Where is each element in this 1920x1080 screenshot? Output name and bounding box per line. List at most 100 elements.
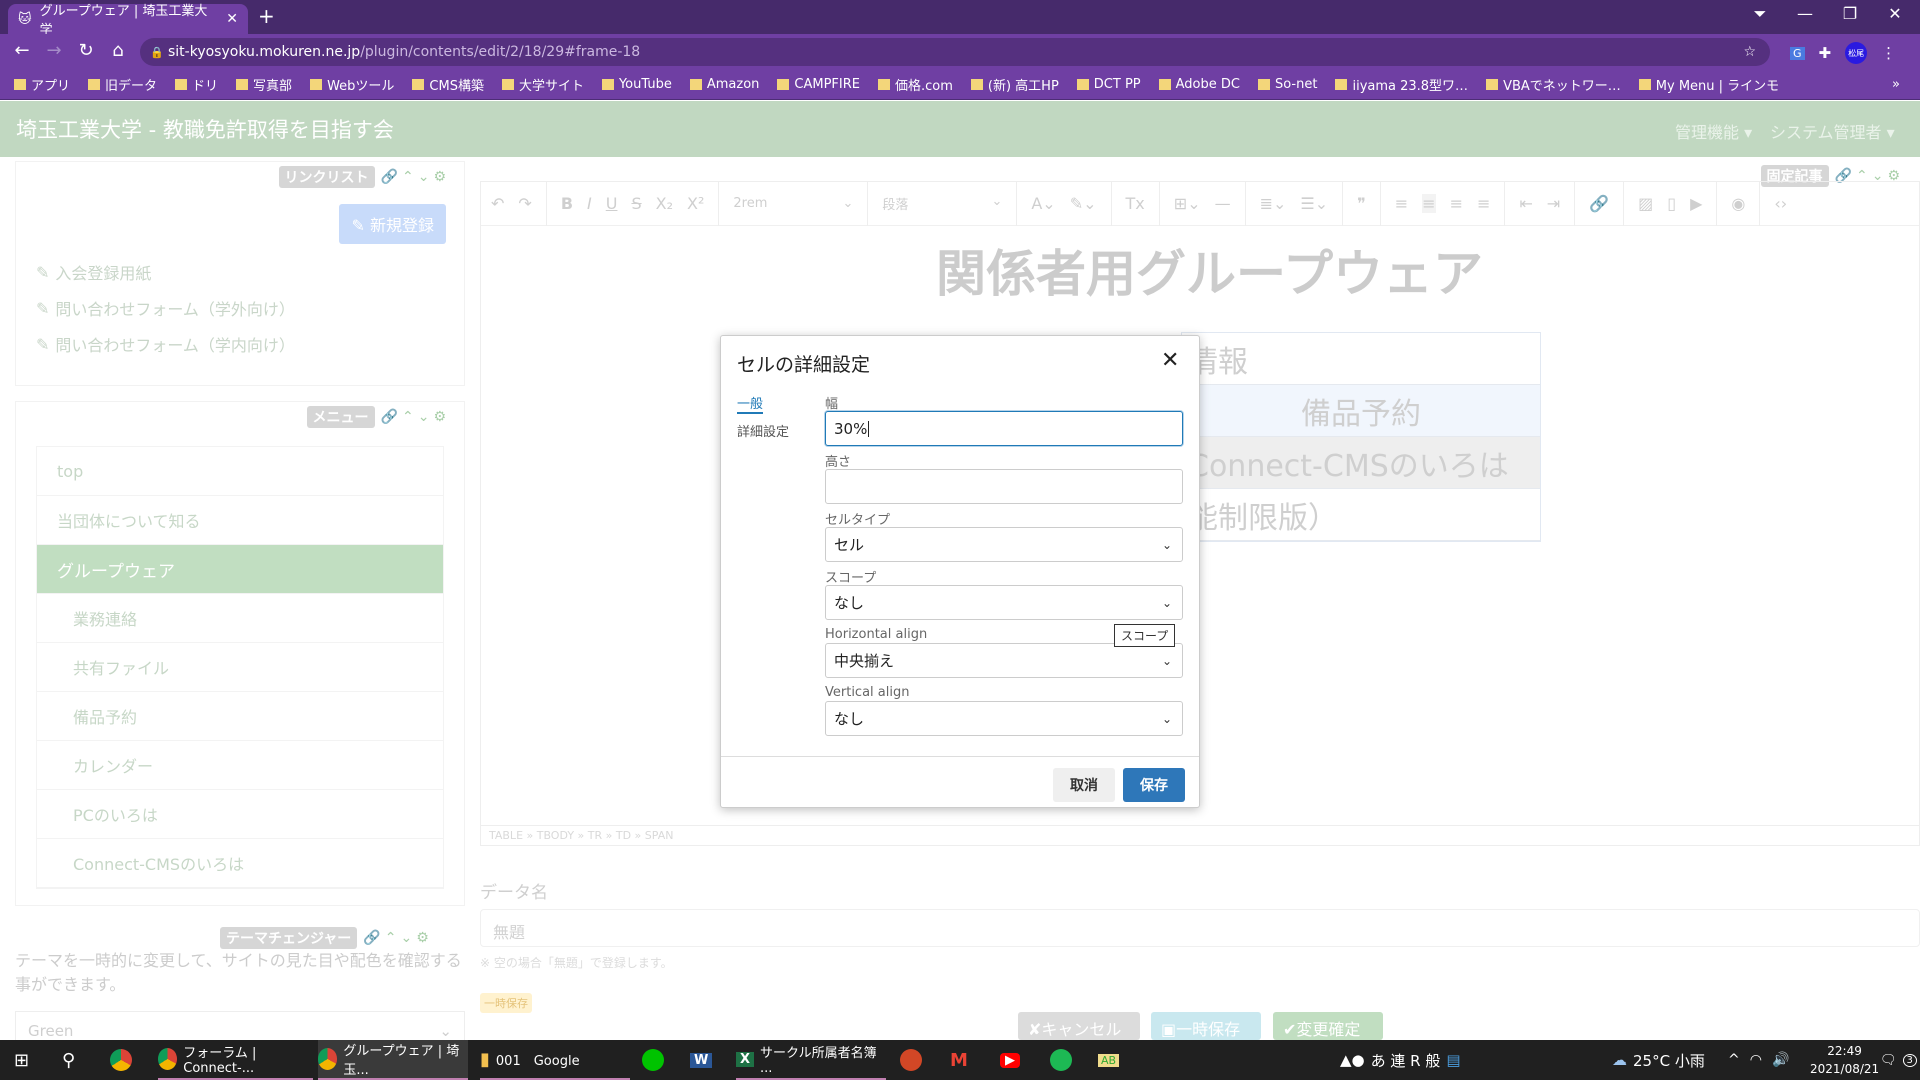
back-icon[interactable]: ←: [10, 40, 34, 61]
wifi-icon[interactable]: ◠: [1750, 1052, 1762, 1068]
bookmark-item[interactable]: iiyama 23.8型ワ…: [1335, 75, 1468, 94]
site-title[interactable]: 埼玉工業大学 - 教職免許取得を目指す会: [16, 114, 394, 144]
font-size-select[interactable]: 2rem ⌄: [733, 196, 853, 211]
bookmark-item[interactable]: My Menu | ラインモ: [1638, 75, 1779, 94]
bookmarks-overflow-icon[interactable]: »: [1892, 77, 1900, 92]
move-up-icon[interactable]: ⌃: [385, 930, 397, 946]
taskbar-item[interactable]: グループウェア | 埼玉...: [318, 1040, 468, 1080]
bookmark-item[interactable]: Adobe DC: [1158, 77, 1240, 92]
bookmark-item[interactable]: Amazon: [689, 77, 759, 92]
close-icon[interactable]: ✕: [1161, 348, 1179, 373]
tab-advanced[interactable]: 詳細設定: [737, 421, 789, 440]
new-register-button[interactable]: ✎ 新規登録: [339, 204, 446, 244]
taskbar-chrome[interactable]: [110, 1040, 132, 1080]
move-up-icon[interactable]: ⌃: [402, 409, 414, 425]
weather-widget[interactable]: ☁ 25°C 小雨: [1612, 1040, 1705, 1080]
move-down-icon[interactable]: ⌄: [418, 169, 430, 185]
align-center-icon[interactable]: ≡: [1422, 194, 1436, 213]
menu-item[interactable]: PCのいろは: [37, 790, 443, 839]
menu-item[interactable]: 共有ファイル: [37, 643, 443, 692]
subscript-icon[interactable]: X₂: [656, 194, 673, 213]
home-icon[interactable]: ⌂: [106, 40, 130, 61]
bookmark-item[interactable]: VBAでネットワー…: [1486, 75, 1621, 94]
browser-tab[interactable]: 🐱 グループウェア | 埼玉工業大学 ✕: [8, 4, 248, 38]
numbered-list-icon[interactable]: ≣⌄: [1260, 194, 1287, 213]
redo-icon[interactable]: ↷: [518, 194, 531, 213]
height-input[interactable]: [825, 469, 1183, 504]
chrome-menu-icon[interactable]: ⋮: [1881, 44, 1896, 62]
source-code-icon[interactable]: ‹›: [1774, 194, 1787, 213]
move-down-icon[interactable]: ⌄: [400, 930, 412, 946]
bookmark-item[interactable]: CAMPFIRE: [777, 77, 860, 92]
document-heading[interactable]: 関係者用グループウェア: [936, 234, 1483, 306]
bookmark-item[interactable]: DCT PP: [1076, 77, 1141, 92]
translate-extension-icon[interactable]: G: [1790, 46, 1805, 60]
gear-icon[interactable]: ⚙: [433, 169, 446, 185]
bookmark-item[interactable]: 写真部: [236, 75, 292, 94]
gear-icon[interactable]: ⚙: [416, 930, 429, 946]
admin-menu[interactable]: 管理機能 ▾: [1675, 119, 1752, 143]
halign-select[interactable]: 中央揃え ⌄: [825, 643, 1183, 678]
link-icon[interactable]: 🔗: [363, 930, 380, 946]
menu-item[interactable]: 業務連絡: [37, 594, 443, 643]
menu-item[interactable]: 当団体について知る: [37, 496, 443, 545]
bookmark-item[interactable]: ドリ: [175, 75, 218, 94]
table-row[interactable]: 備品予約: [1182, 385, 1540, 437]
close-window-button[interactable]: ✕: [1875, 4, 1915, 23]
start-button[interactable]: ⊞: [14, 1040, 29, 1080]
tab-search-icon[interactable]: ⏷: [1740, 4, 1780, 24]
link-icon[interactable]: 🔗: [381, 169, 398, 185]
attachment-icon[interactable]: ▯: [1667, 194, 1676, 213]
strikethrough-icon[interactable]: S: [631, 194, 641, 213]
clock[interactable]: 22:49 2021/08/21: [1810, 1042, 1879, 1078]
bookmark-item[interactable]: 価格.com: [877, 75, 953, 94]
valign-select[interactable]: なし ⌄: [825, 701, 1183, 736]
bookmark-item[interactable]: 旧データ: [88, 75, 157, 94]
outdent-icon[interactable]: ⇤: [1519, 194, 1532, 213]
menu-item[interactable]: Connect-CMSのいろは: [37, 839, 443, 888]
chevron-up-icon[interactable]: ^: [1728, 1052, 1740, 1068]
table-cell[interactable]: 備品予約: [1182, 389, 1540, 433]
image-icon[interactable]: ▨: [1638, 194, 1653, 213]
extensions-icon[interactable]: ✚: [1819, 44, 1832, 62]
temp-save-button[interactable]: ▣一時保存: [1151, 1012, 1261, 1040]
bookmark-item[interactable]: (新) 高工HP: [970, 75, 1059, 94]
media-icon[interactable]: ▶: [1690, 194, 1702, 213]
taskbar-youtube[interactable]: ▶: [1000, 1040, 1020, 1080]
ime-indicator[interactable]: ▲● あ 連 R 般 ▤: [1340, 1040, 1461, 1080]
link-icon[interactable]: 🔗: [1589, 194, 1609, 213]
taskbar-gmail[interactable]: M: [950, 1040, 968, 1080]
reload-icon[interactable]: ↻: [74, 40, 98, 61]
justify-icon[interactable]: ≡: [1477, 194, 1490, 213]
bookmark-item[interactable]: CMS構築: [412, 75, 484, 94]
bookmark-item[interactable]: YouTube: [601, 77, 672, 92]
scope-select[interactable]: なし ⌄: [825, 585, 1183, 620]
new-tab-button[interactable]: +: [258, 4, 275, 28]
theme-select[interactable]: Green ⌄: [15, 1011, 465, 1040]
link-icon[interactable]: 🔗: [381, 409, 398, 425]
profile-avatar[interactable]: 松尾: [1845, 42, 1868, 64]
menu-item[interactable]: 備品予約: [37, 692, 443, 741]
block-format-select[interactable]: 段落 ⌄: [882, 194, 1002, 213]
system-tray[interactable]: ^ ◠ 🔊: [1728, 1040, 1789, 1080]
preview-icon[interactable]: ◉: [1731, 194, 1745, 213]
taskbar-item[interactable]: X サークル所属者名簿 ...: [736, 1040, 886, 1080]
menu-item[interactable]: カレンダー: [37, 741, 443, 790]
cancel-button[interactable]: 取消: [1053, 768, 1115, 802]
save-button[interactable]: 保存: [1123, 768, 1185, 802]
cancel-edit-button[interactable]: ✘キャンセル: [1018, 1012, 1140, 1040]
bookmark-item[interactable]: So-net: [1257, 77, 1317, 92]
superscript-icon[interactable]: X²: [687, 194, 704, 213]
taskbar-item[interactable]: ▮ 001 Google: [480, 1040, 630, 1080]
align-right-icon[interactable]: ≡: [1450, 194, 1463, 213]
italic-icon[interactable]: I: [587, 194, 592, 213]
table-icon[interactable]: ⊞⌄: [1174, 194, 1201, 213]
clear-format-icon[interactable]: Tx: [1126, 194, 1145, 213]
link-item[interactable]: ✎ 問い合わせフォーム（学内向け）: [36, 332, 295, 356]
table-cell[interactable]: Connect-CMSのいろは: [1182, 441, 1509, 485]
horizontal-rule-icon[interactable]: —: [1215, 194, 1231, 213]
close-tab-icon[interactable]: ✕: [226, 11, 238, 27]
taskbar-powerpoint[interactable]: [900, 1040, 922, 1080]
blockquote-icon[interactable]: ❞: [1357, 194, 1366, 213]
menu-item[interactable]: グループウェア: [37, 545, 443, 594]
